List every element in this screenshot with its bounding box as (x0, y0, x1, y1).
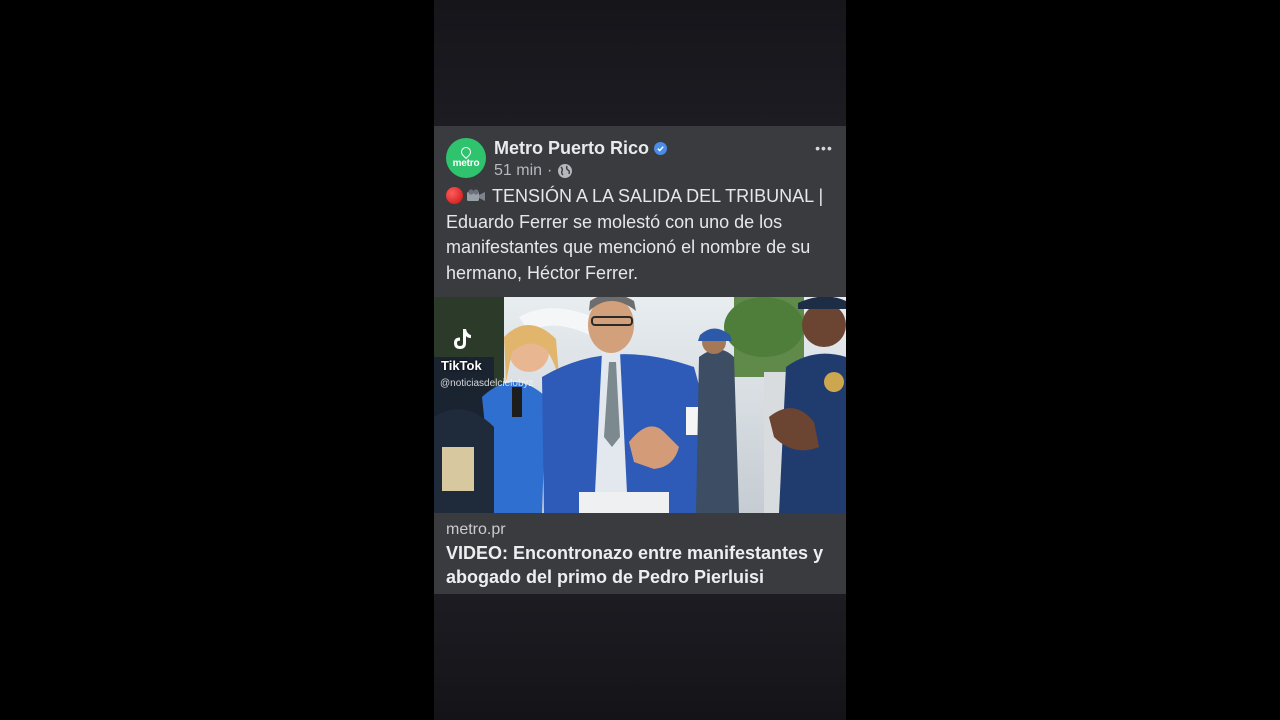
video-scene (434, 297, 846, 513)
link-domain[interactable]: metro.pr (446, 521, 506, 539)
post-caption: TENSIÓN A LA SALIDA DEL TRIBUNAL | Eduar… (446, 184, 838, 286)
red-circle-icon (446, 187, 463, 204)
tiktok-handle: @noticiasdelcielobyz (440, 378, 534, 389)
page-name-row[interactable]: Metro Puerto Rico (494, 138, 668, 159)
link-title[interactable]: VIDEO: Encontronazo entre manifestantes … (446, 541, 838, 589)
tiktok-logo-icon (454, 329, 471, 349)
page-name[interactable]: Metro Puerto Rico (494, 138, 649, 159)
video-thumbnail[interactable] (434, 297, 846, 513)
globe-icon (558, 164, 573, 178)
more-options-button[interactable]: ••• (812, 140, 836, 158)
verified-badge-icon (654, 142, 668, 155)
video-camera-icon (467, 189, 485, 201)
caption-text: TENSIÓN A LA SALIDA DEL TRIBUNAL | Eduar… (446, 186, 824, 283)
avatar-logo-text: metro (452, 158, 480, 169)
post-meta: 51 min · (494, 162, 573, 180)
video-frame: metro Metro Puerto Rico 51 min · ••• TEN… (0, 0, 1280, 720)
location-pin-icon (458, 144, 474, 160)
tiktok-watermark: TikTok (441, 358, 482, 373)
post-time[interactable]: 51 min (494, 162, 542, 180)
page-avatar[interactable]: metro (446, 138, 486, 178)
meta-separator: · (547, 162, 553, 179)
